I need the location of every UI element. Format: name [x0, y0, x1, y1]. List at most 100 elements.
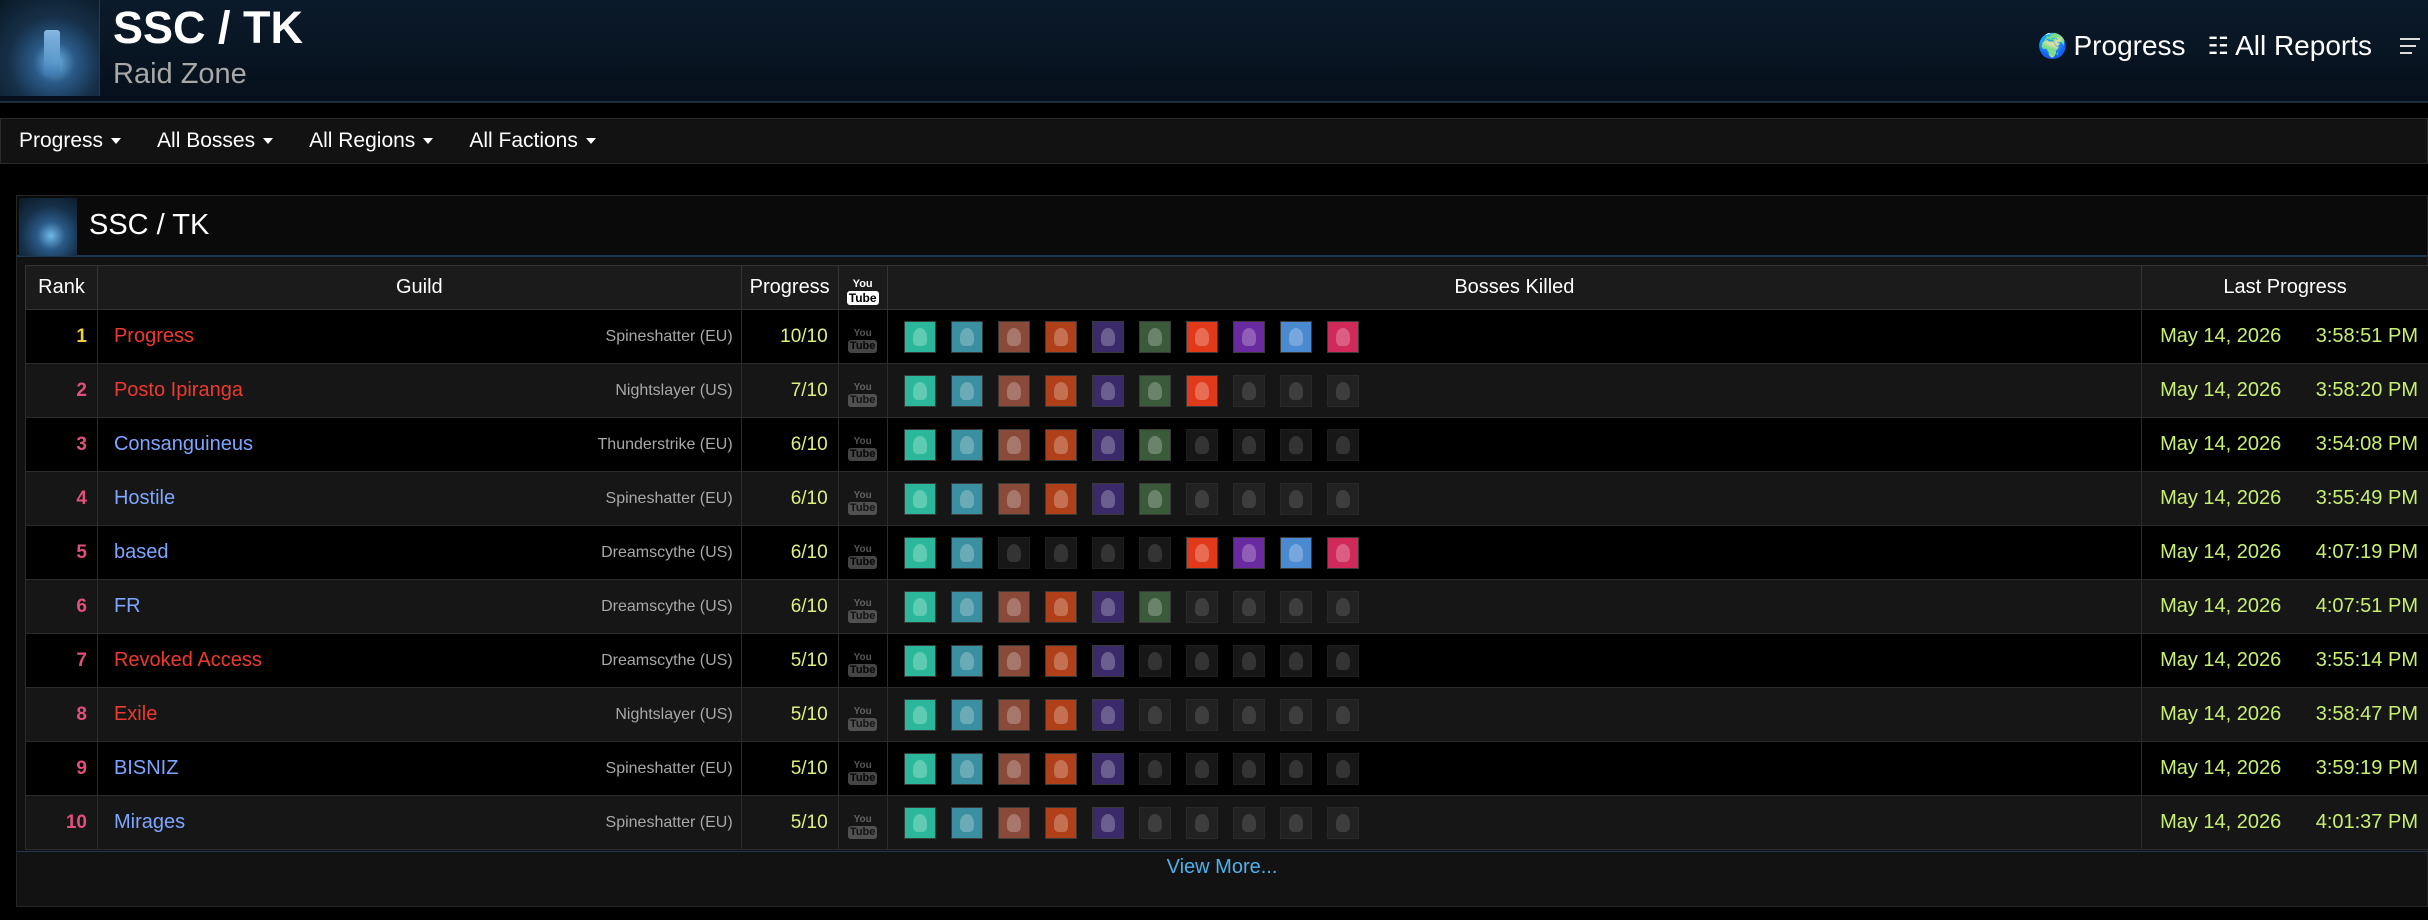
boss-icon[interactable] — [1091, 698, 1124, 731]
boss-icon[interactable] — [1185, 698, 1218, 731]
boss-icon[interactable] — [950, 536, 983, 569]
boss-icon[interactable] — [1326, 752, 1359, 785]
boss-icon[interactable] — [1044, 698, 1077, 731]
boss-icon[interactable] — [1044, 536, 1077, 569]
boss-icon[interactable] — [950, 482, 983, 515]
guild-link[interactable]: Hostile — [114, 487, 175, 510]
boss-icon[interactable] — [1185, 428, 1218, 461]
boss-icon[interactable] — [1279, 428, 1312, 461]
youtube-icon[interactable]: You Tube — [847, 491, 878, 515]
boss-icon[interactable] — [1044, 320, 1077, 353]
boss-icon[interactable] — [1138, 752, 1171, 785]
boss-icon[interactable] — [903, 536, 936, 569]
boss-icon[interactable] — [1091, 752, 1124, 785]
boss-icon[interactable] — [1279, 806, 1312, 839]
youtube-icon[interactable]: You Tube — [847, 653, 878, 677]
boss-icon[interactable] — [1326, 374, 1359, 407]
boss-icon[interactable] — [1091, 320, 1124, 353]
boss-icon[interactable] — [1279, 644, 1312, 677]
guild-link[interactable]: Posto Ipiranga — [114, 379, 243, 402]
guild-link[interactable]: Exile — [114, 703, 157, 726]
boss-icon[interactable] — [1232, 644, 1265, 677]
guild-link[interactable]: Consanguineus — [114, 433, 253, 456]
nav-progress-link[interactable]: 🌍 Progress — [2038, 30, 2186, 62]
boss-icon[interactable] — [1232, 536, 1265, 569]
boss-icon[interactable] — [1091, 374, 1124, 407]
boss-icon[interactable] — [1279, 320, 1312, 353]
boss-icon[interactable] — [1326, 698, 1359, 731]
boss-icon[interactable] — [1091, 428, 1124, 461]
boss-icon[interactable] — [1232, 698, 1265, 731]
boss-icon[interactable] — [1232, 428, 1265, 461]
youtube-icon[interactable]: You Tube — [847, 707, 878, 731]
boss-icon[interactable] — [1185, 482, 1218, 515]
boss-icon[interactable] — [1091, 590, 1124, 623]
filter-progress-dropdown[interactable]: Progress — [19, 129, 122, 153]
boss-icon[interactable] — [1044, 428, 1077, 461]
col-progress[interactable]: Progress — [740, 265, 839, 310]
table-row[interactable]: 2 Posto Ipiranga Nightslayer (US) 7/10 You Tu… — [25, 363, 2428, 418]
youtube-icon[interactable]: You Tube — [847, 545, 878, 569]
boss-icon[interactable] — [997, 806, 1030, 839]
boss-icon[interactable] — [1138, 482, 1171, 515]
boss-icon[interactable] — [1138, 644, 1171, 677]
guild-link[interactable]: Mirages — [114, 811, 185, 834]
col-guild[interactable]: Guild — [96, 265, 742, 310]
guild-link[interactable]: based — [114, 541, 169, 564]
boss-icon[interactable] — [1138, 428, 1171, 461]
view-more-link[interactable]: View More... — [17, 856, 2427, 879]
boss-icon[interactable] — [1232, 374, 1265, 407]
boss-icon[interactable] — [997, 536, 1030, 569]
boss-icon[interactable] — [1326, 536, 1359, 569]
boss-icon[interactable] — [1091, 644, 1124, 677]
table-row[interactable]: 6 FR Dreamscythe (US) 6/10 You Tube May 14, 20… — [25, 579, 2428, 634]
boss-icon[interactable] — [903, 320, 936, 353]
boss-icon[interactable] — [1044, 482, 1077, 515]
table-row[interactable]: 1 Progress Spineshatter (EU) 10/10 You Tube Ma… — [25, 309, 2428, 364]
boss-icon[interactable] — [950, 428, 983, 461]
guild-link[interactable]: FR — [114, 595, 141, 618]
boss-icon[interactable] — [1044, 374, 1077, 407]
boss-icon[interactable] — [1279, 590, 1312, 623]
boss-icon[interactable] — [997, 320, 1030, 353]
boss-icon[interactable] — [1138, 374, 1171, 407]
boss-icon[interactable] — [903, 698, 936, 731]
boss-icon[interactable] — [1138, 590, 1171, 623]
boss-icon[interactable] — [903, 482, 936, 515]
boss-icon[interactable] — [1279, 374, 1312, 407]
filter-regions-dropdown[interactable]: All Regions — [309, 129, 434, 153]
boss-icon[interactable] — [997, 428, 1030, 461]
guild-link[interactable]: Revoked Access — [114, 649, 262, 672]
boss-icon[interactable] — [950, 698, 983, 731]
boss-icon[interactable] — [1138, 806, 1171, 839]
boss-icon[interactable] — [1232, 590, 1265, 623]
boss-icon[interactable] — [903, 590, 936, 623]
table-row[interactable]: 3 Consanguineus Thunderstrike (EU) 6/10 You T… — [25, 417, 2428, 472]
boss-icon[interactable] — [997, 752, 1030, 785]
boss-icon[interactable] — [1044, 806, 1077, 839]
table-row[interactable]: 4 Hostile Spineshatter (EU) 6/10 You Tube May … — [25, 471, 2428, 526]
boss-icon[interactable] — [1232, 320, 1265, 353]
boss-icon[interactable] — [950, 806, 983, 839]
boss-icon[interactable] — [997, 590, 1030, 623]
col-rank[interactable]: Rank — [25, 265, 98, 310]
boss-icon[interactable] — [1279, 698, 1312, 731]
table-row[interactable]: 5 based Dreamscythe (US) 6/10 You Tube May 14,… — [25, 525, 2428, 580]
boss-icon[interactable] — [950, 644, 983, 677]
table-row[interactable]: 10 Mirages Spineshatter (EU) 5/10 You Tube May… — [25, 795, 2428, 850]
boss-icon[interactable] — [1232, 806, 1265, 839]
boss-icon[interactable] — [950, 590, 983, 623]
boss-icon[interactable] — [1279, 536, 1312, 569]
boss-icon[interactable] — [1326, 320, 1359, 353]
boss-icon[interactable] — [1091, 536, 1124, 569]
filter-bosses-dropdown[interactable]: All Bosses — [157, 129, 274, 153]
table-row[interactable]: 9 BISNIZ Spineshatter (EU) 5/10 You Tube May 1… — [25, 741, 2428, 796]
boss-icon[interactable] — [950, 320, 983, 353]
boss-icon[interactable] — [1279, 752, 1312, 785]
guild-link[interactable]: Progress — [114, 325, 194, 348]
filter-factions-dropdown[interactable]: All Factions — [469, 129, 596, 153]
boss-icon[interactable] — [1044, 752, 1077, 785]
boss-icon[interactable] — [1138, 536, 1171, 569]
boss-icon[interactable] — [1185, 806, 1218, 839]
boss-icon[interactable] — [1326, 590, 1359, 623]
